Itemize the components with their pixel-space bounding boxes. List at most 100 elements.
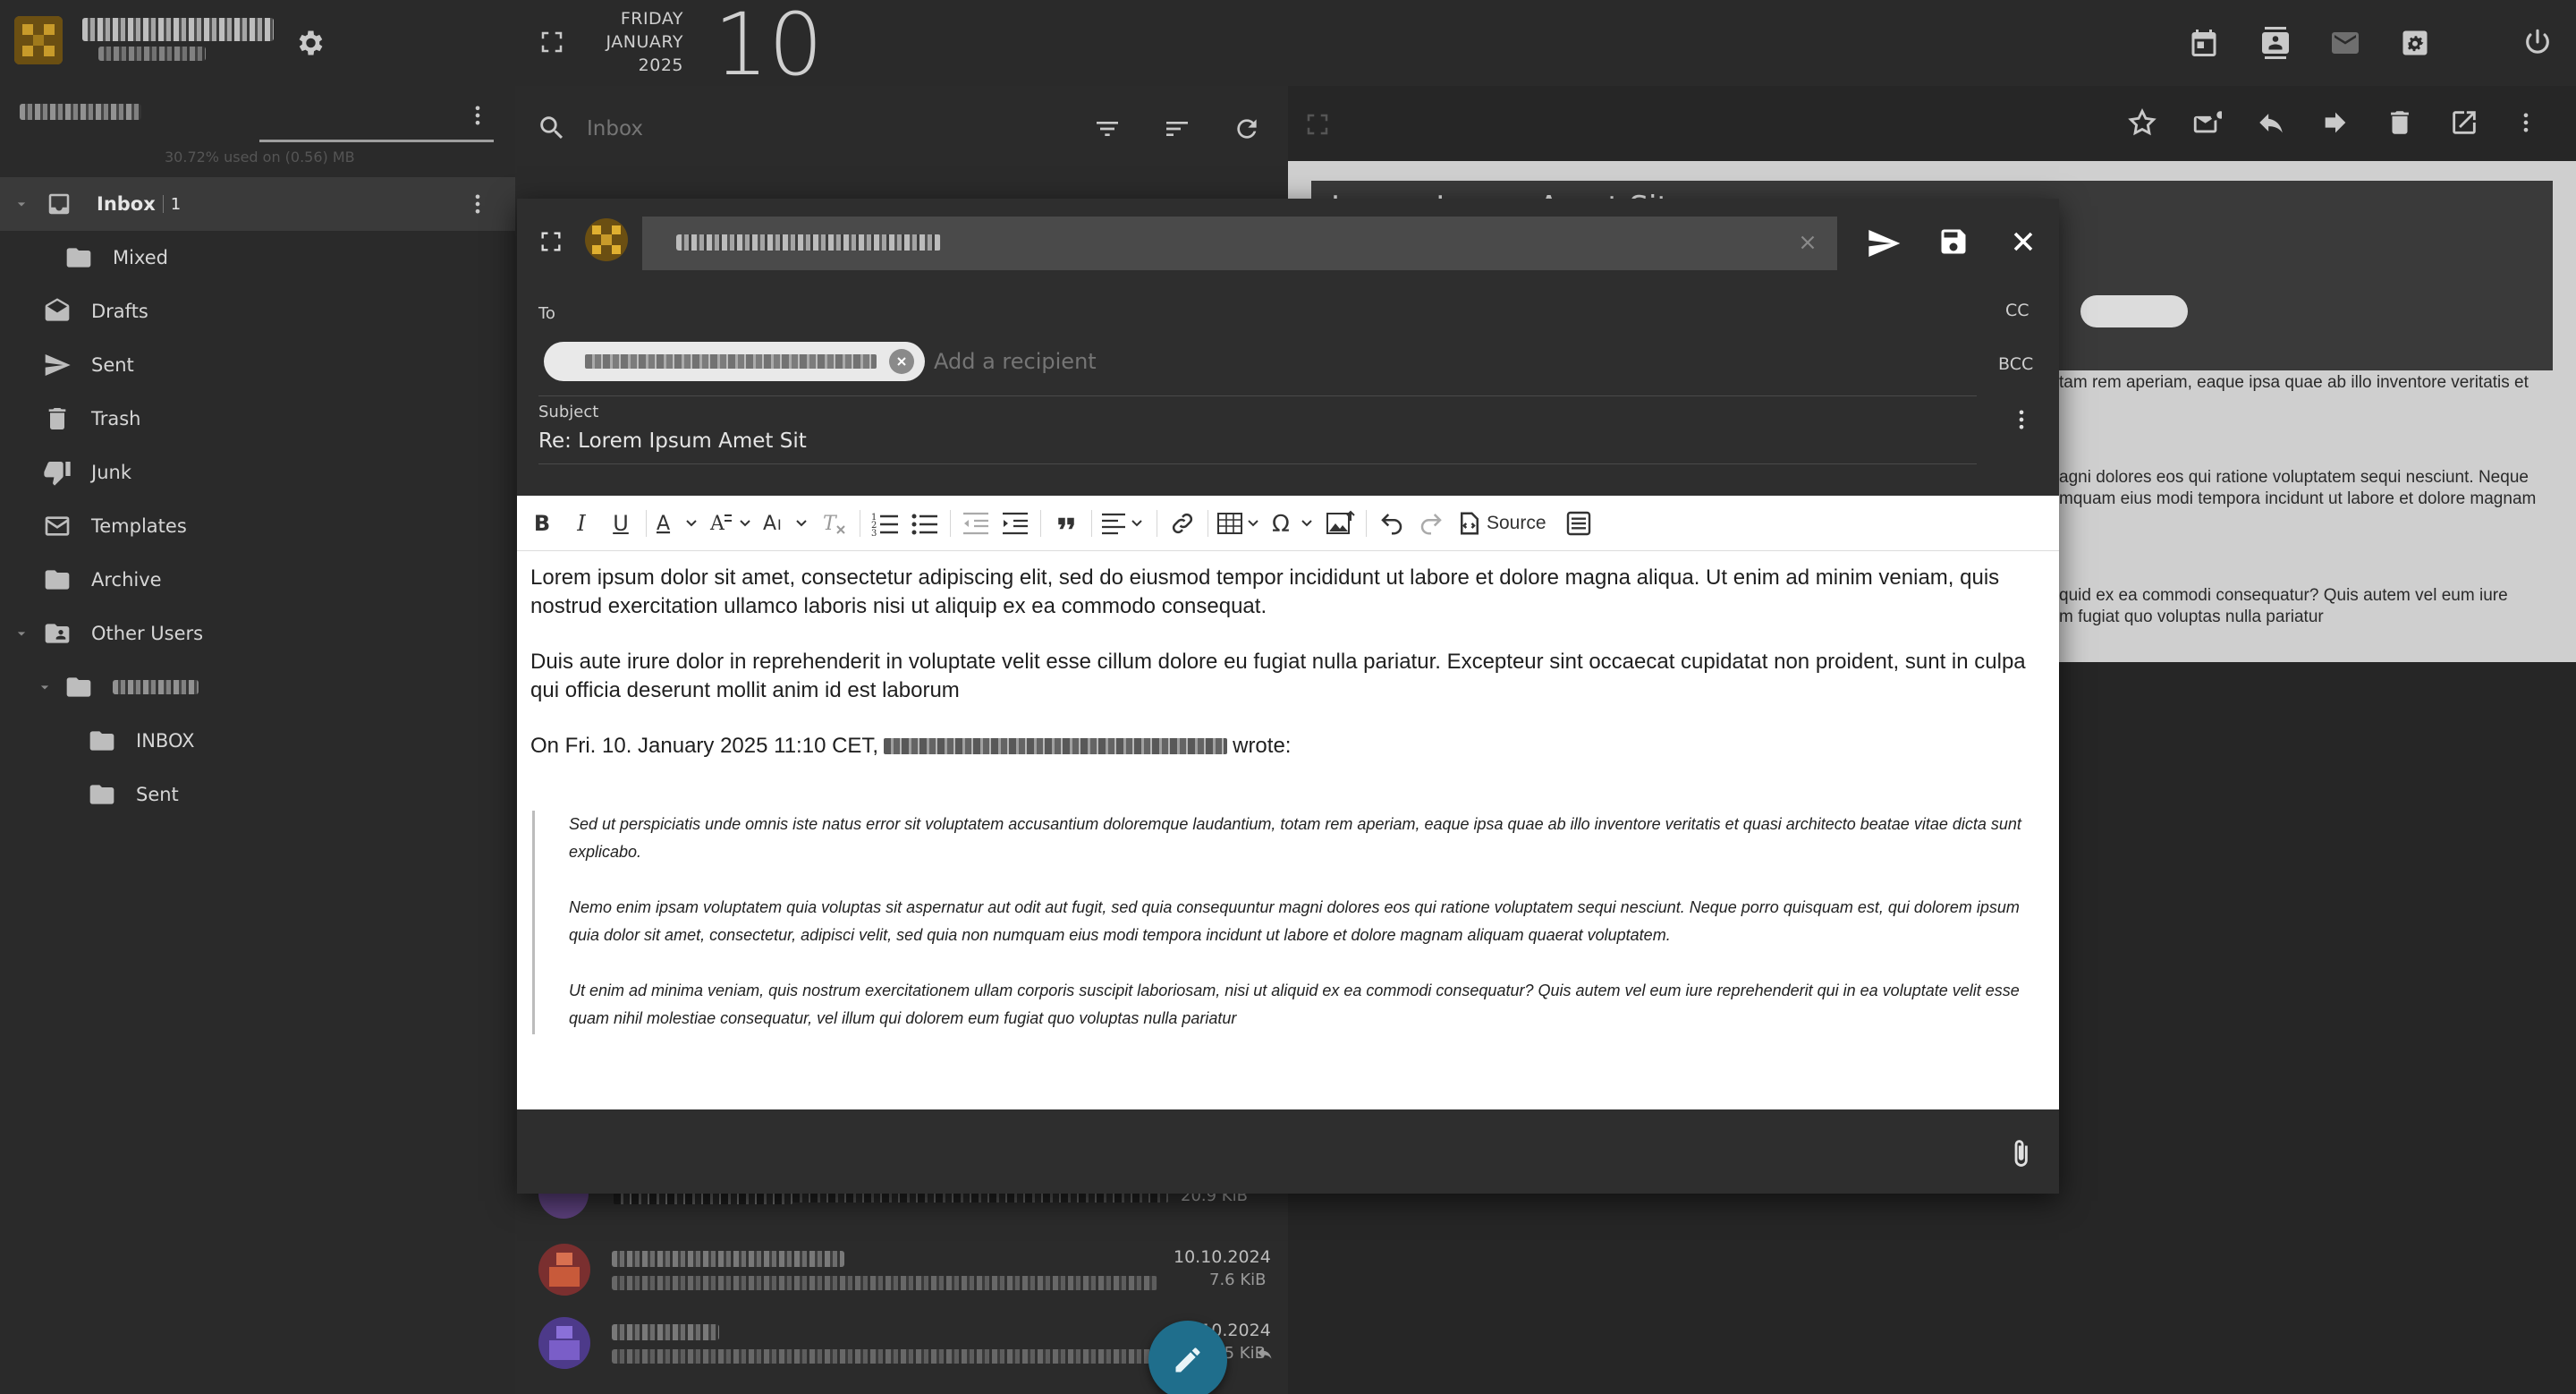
compose-button[interactable] [1148,1321,1227,1394]
expand-icon[interactable] [1304,111,1331,138]
sidebar-item-junk[interactable]: Junk [0,446,515,499]
outdent-button[interactable] [956,504,996,543]
collapse-chevron-icon[interactable] [13,625,36,642]
more-options-icon[interactable] [2513,107,2538,138]
quota-text: 30.72% used on (0.56) MB [165,149,355,166]
sidebar-item-label: INBOX [136,730,195,752]
text-align-button[interactable] [1097,504,1151,543]
sidebar-item-mixed[interactable]: Mixed [0,231,515,285]
clear-icon[interactable] [1796,231,1819,254]
sidebar-item-sent[interactable]: Sent [0,338,515,392]
font-color-button[interactable]: A [652,504,706,543]
sidebar-item-other-users[interactable]: Other Users [0,607,515,660]
close-icon[interactable] [2007,225,2039,258]
folder-menu-icon[interactable] [465,189,490,219]
from-identity-select[interactable] [642,217,1837,270]
date-year: 2025 [638,55,683,75]
account-email [98,47,206,61]
recipient-chip[interactable] [544,342,925,381]
add-recipient-input[interactable] [934,344,1560,379]
sidebar-item-label: Sent [136,784,179,805]
forward-icon[interactable] [2320,107,2351,138]
list-item[interactable]: 10.10.2024 7.6 KiB [515,1244,1288,1319]
sidebar-item-user-sent[interactable]: Sent [0,768,515,821]
filter-icon[interactable] [1093,115,1122,143]
link-button[interactable] [1163,504,1202,543]
quoted-message: Sed ut perspiciatis unde omnis iste natu… [532,811,2026,1034]
cc-toggle[interactable]: CC [2005,301,2029,320]
font-size-button[interactable]: AI [759,504,815,543]
subject-input[interactable]: Re: Lorem Ipsum Amet Sit [538,429,807,453]
avatar [538,1244,590,1296]
underline-button[interactable]: U [601,504,640,543]
reply-icon[interactable] [2256,107,2286,138]
sidebar-item-user-inbox[interactable]: INBOX [0,714,515,768]
fullscreen-icon[interactable] [538,29,565,55]
special-characters-button[interactable]: Ω [1267,504,1321,543]
message-body-editor[interactable]: Lorem ipsum dolor sit amet, consectetur … [517,551,2059,1109]
sort-icon[interactable] [1163,115,1191,143]
blockquote-button[interactable] [1046,504,1086,543]
collapse-chevron-icon[interactable] [13,195,36,213]
sidebar-item-label: Trash [91,408,141,429]
calendar-icon[interactable] [2188,27,2220,59]
trash-icon [41,403,73,435]
templates-icon [41,510,73,542]
indent-button[interactable] [996,504,1035,543]
sidebar-item-archive[interactable]: Archive [0,553,515,607]
recipient-address [585,354,877,369]
account-avatar[interactable] [14,16,63,64]
admin-settings-icon[interactable] [2399,27,2431,59]
redo-button[interactable] [1411,504,1451,543]
italic-button[interactable]: I [562,504,601,543]
logout-power-icon[interactable] [2522,27,2553,57]
search-input[interactable] [587,111,945,147]
refresh-icon[interactable] [1233,115,1261,143]
collapse-chevron-icon[interactable] [36,678,59,696]
search-icon[interactable] [537,113,567,143]
fullscreen-icon[interactable] [538,229,564,254]
date-month: JANUARY [606,32,683,52]
folder-icon [86,725,118,757]
sidebar-item-inbox[interactable]: Inbox 1 [0,177,515,231]
sidebar-item-trash[interactable]: Trash [0,392,515,446]
preview-snippet: agni dolores eos qui ratione voluptatem … [2059,468,2529,487]
insert-image-button[interactable] [1321,504,1360,543]
sidebar-item-drafts[interactable]: Drafts [0,285,515,338]
attachment-icon[interactable] [2005,1138,2036,1169]
sidebar-item-user-folder[interactable] [0,660,515,714]
font-family-button[interactable]: A [706,504,759,543]
bcc-toggle[interactable]: BCC [1998,354,2033,374]
preview-snippet: quid ex ea commodi consequatur? Quis aut… [2059,586,2508,605]
save-draft-icon[interactable] [1937,225,1970,258]
subject-label: Subject [538,403,599,421]
svg-text:A: A [763,513,776,535]
contacts-icon[interactable] [2259,27,2292,59]
open-external-icon[interactable] [2449,107,2479,138]
delete-icon[interactable] [2385,107,2415,138]
undo-button[interactable] [1372,504,1411,543]
folder-icon [41,564,73,596]
settings-gear-icon[interactable] [293,27,326,59]
bullet-list-button[interactable] [905,504,945,543]
compose-options-icon[interactable] [2009,404,2034,435]
mark-unread-icon[interactable] [2191,107,2222,138]
sidebar-menu-icon[interactable] [465,100,490,131]
bold-button[interactable]: B [522,504,562,543]
sidebar-item-label: Mixed [113,247,168,268]
html-embed-button[interactable] [1559,504,1598,543]
svg-text:3: 3 [871,529,877,537]
source-button[interactable]: Source [1451,504,1552,543]
sidebar-item-label: Drafts [91,301,148,322]
svg-text:T: T [823,513,838,535]
send-icon[interactable] [1866,225,1902,261]
top-bar: FRIDAY JANUARY 2025 10 [0,0,2576,88]
insert-table-button[interactable] [1214,504,1267,543]
sidebar-item-label: Other Users [91,623,204,644]
star-icon[interactable] [2127,107,2157,138]
numbered-list-button[interactable]: 123 [866,504,905,543]
remove-format-button[interactable]: T [815,504,854,543]
mail-icon[interactable] [2329,27,2361,59]
sidebar-item-templates[interactable]: Templates [0,499,515,553]
remove-recipient-icon[interactable] [889,349,914,374]
